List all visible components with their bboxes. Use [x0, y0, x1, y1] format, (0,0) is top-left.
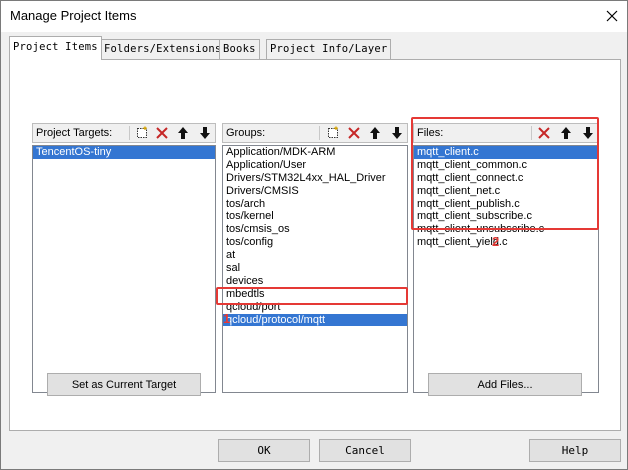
- files-header: Files:: [413, 123, 599, 143]
- toolbar-separator: [129, 126, 130, 140]
- project-targets-section: Project Targets: TencentOS-tiny: [32, 123, 216, 395]
- help-button[interactable]: Help: [529, 439, 621, 462]
- title-bar: Manage Project Items: [1, 1, 627, 32]
- delete-icon: [348, 127, 360, 139]
- group-list-item[interactable]: qcloud/protocol/mqtt: [223, 313, 407, 327]
- file-list-item[interactable]: mqtt_client_publish.c: [414, 198, 598, 211]
- close-button[interactable]: [597, 1, 627, 31]
- group-list-item[interactable]: Application/User: [223, 159, 407, 172]
- group-list-item[interactable]: sal: [223, 262, 407, 275]
- delete-icon: [538, 127, 550, 139]
- move-file-up-button[interactable]: [556, 124, 576, 142]
- cancel-button[interactable]: Cancel: [319, 439, 411, 462]
- move-target-up-button[interactable]: [173, 124, 193, 142]
- close-icon: [606, 10, 618, 22]
- manage-project-items-dialog: Manage Project Items Project Items Folde…: [0, 0, 628, 470]
- group-list-item[interactable]: at: [223, 249, 407, 262]
- group-list-item[interactable]: Application/MDK-ARM: [223, 146, 407, 159]
- delete-target-button[interactable]: [152, 124, 172, 142]
- groups-list[interactable]: Application/MDK-ARM Application/User Drive…: [222, 145, 408, 393]
- arrow-down-icon: [583, 127, 593, 139]
- move-group-down-button[interactable]: [387, 124, 407, 142]
- arrow-down-icon: [392, 127, 402, 139]
- arrow-down-icon: [200, 127, 210, 139]
- ok-button[interactable]: OK: [218, 439, 310, 462]
- tab-books[interactable]: Books: [219, 39, 260, 59]
- group-list-item[interactable]: tos/config: [223, 236, 407, 249]
- callout-2: 2: [492, 234, 500, 249]
- delete-icon: [156, 127, 168, 139]
- file-list-item[interactable]: mqtt_client_unsubscribe.c: [414, 223, 598, 236]
- project-targets-label: Project Targets:: [36, 127, 113, 139]
- toolbar-separator: [319, 126, 320, 140]
- delete-group-button[interactable]: [344, 124, 364, 142]
- dialog-body: Project Items Folders/Extensions Books P…: [1, 32, 627, 469]
- tab-folders-extensions[interactable]: Folders/Extensions: [100, 39, 226, 59]
- arrow-up-icon: [370, 127, 380, 139]
- add-files-button[interactable]: Add Files...: [428, 373, 582, 396]
- callout-1: 1: [223, 311, 231, 326]
- file-list-item[interactable]: mqtt_client.c: [414, 146, 598, 159]
- toolbar-separator: [531, 126, 532, 140]
- new-group-button[interactable]: [323, 124, 343, 142]
- files-section: Files: mqtt_client.c mqtt_client_common.c…: [413, 123, 599, 395]
- delete-file-button[interactable]: [534, 124, 554, 142]
- file-list-item[interactable]: mqtt_client_connect.c: [414, 172, 598, 185]
- group-list-item[interactable]: Drivers/CMSIS: [223, 185, 407, 198]
- new-target-button[interactable]: [132, 124, 152, 142]
- new-item-icon: [137, 126, 147, 138]
- file-list-item[interactable]: mqtt_client_common.c: [414, 159, 598, 172]
- arrow-up-icon: [178, 127, 188, 139]
- group-list-item[interactable]: mbedtls: [223, 288, 407, 301]
- files-list[interactable]: mqtt_client.c mqtt_client_common.c mqtt_cl…: [413, 145, 599, 393]
- arrow-up-icon: [561, 127, 571, 139]
- file-list-item[interactable]: mqtt_client_net.c: [414, 185, 598, 198]
- tab-project-items[interactable]: Project Items: [9, 36, 102, 60]
- group-list-item[interactable]: Drivers/STM32L4xx_HAL_Driver: [223, 172, 407, 185]
- tab-project-info-layer[interactable]: Project Info/Layer: [266, 39, 392, 59]
- move-group-up-button[interactable]: [365, 124, 385, 142]
- move-file-down-button[interactable]: [578, 124, 598, 142]
- files-label: Files:: [417, 127, 444, 139]
- new-item-icon: [328, 126, 338, 138]
- group-list-item[interactable]: tos/arch: [223, 198, 407, 211]
- group-list-item[interactable]: tos/cmsis_os: [223, 223, 407, 236]
- group-list-item[interactable]: devices: [223, 275, 407, 288]
- project-targets-list[interactable]: TencentOS-tiny: [32, 145, 216, 393]
- group-list-item[interactable]: qcloud/port: [223, 301, 407, 314]
- window-title: Manage Project Items: [10, 8, 137, 23]
- groups-section: Groups: Application/MDK-ARM Application/…: [222, 123, 408, 395]
- groups-header: Groups:: [222, 123, 408, 143]
- file-list-item[interactable]: mqtt_client_subscribe.c: [414, 210, 598, 223]
- group-list-item[interactable]: tos/kernel: [223, 210, 407, 223]
- file-list-item[interactable]: mqtt_client_yield.c: [414, 236, 598, 249]
- project-targets-header: Project Targets:: [32, 123, 216, 143]
- groups-label: Groups:: [226, 127, 266, 139]
- project-items-panel: Project Targets: TencentOS-tiny Groups: …: [9, 59, 621, 431]
- set-as-current-target-button[interactable]: Set as Current Target: [47, 373, 201, 396]
- move-target-down-button[interactable]: [195, 124, 215, 142]
- target-list-item[interactable]: TencentOS-tiny: [33, 146, 215, 159]
